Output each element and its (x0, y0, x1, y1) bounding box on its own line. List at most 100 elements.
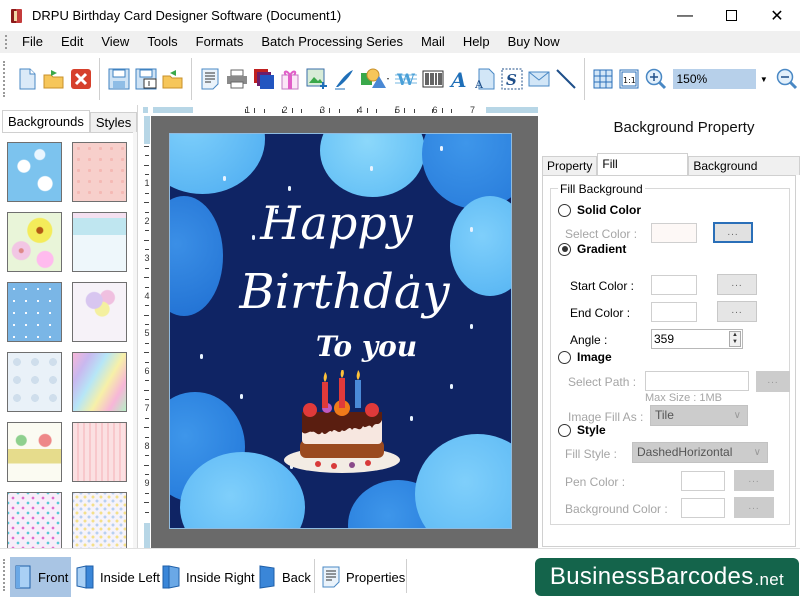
actual-size-icon[interactable]: 1:1 (619, 68, 640, 90)
close-button[interactable]: ✕ (754, 0, 800, 31)
backgrounds-scrollbar[interactable] (133, 132, 137, 548)
background-thumbnail-clouds[interactable] (7, 142, 62, 202)
tab-background-effects[interactable]: Background Effects (688, 156, 800, 192)
print-icon[interactable] (226, 68, 248, 90)
background-color-button[interactable]: ... (734, 497, 774, 518)
menu-view[interactable]: View (92, 31, 138, 53)
menu-formats[interactable]: Formats (187, 31, 253, 53)
card-text-birthday[interactable]: Birthday (174, 264, 511, 320)
start-color-swatch[interactable] (651, 275, 697, 295)
background-color-swatch[interactable] (681, 498, 725, 518)
text-document-icon[interactable]: A (475, 68, 496, 90)
shapes-icon[interactable] (360, 68, 390, 90)
menu-tools[interactable]: Tools (138, 31, 186, 53)
solid-color-radio[interactable]: Solid Color (558, 203, 641, 217)
page-properties-button[interactable]: Properties (318, 557, 409, 597)
signature-pen-icon[interactable] (333, 68, 355, 90)
background-thumbnail-bubbles[interactable] (7, 352, 62, 412)
grid-icon[interactable] (593, 68, 614, 90)
email-icon[interactable] (528, 68, 550, 90)
image-fill-as-dropdown[interactable]: Tile ∨ (650, 405, 748, 426)
tab-styles[interactable]: Styles (89, 112, 138, 132)
background-thumbnail-balloons[interactable] (72, 282, 127, 342)
page-inside-left-button[interactable]: Inside Left (72, 557, 164, 597)
bottom-bar-grip (3, 559, 6, 591)
menu-buy-now[interactable]: Buy Now (499, 31, 569, 53)
image-radio[interactable]: Image (558, 350, 612, 364)
tab-property[interactable]: Property (542, 156, 598, 175)
page-inside-right-button[interactable]: Inside Right (158, 557, 259, 597)
end-color-label: End Color : (570, 306, 631, 320)
radio-button[interactable] (558, 203, 571, 217)
menu-help[interactable]: Help (454, 31, 499, 53)
svg-text:A: A (449, 68, 467, 90)
card-back-icon (258, 565, 276, 589)
radio-button[interactable] (558, 423, 571, 437)
gift-box-icon[interactable] (280, 68, 301, 90)
open-folder-icon[interactable] (43, 68, 65, 90)
background-thumbnail-flowers[interactable] (7, 212, 62, 272)
design-canvas[interactable]: Happy Birthday To you (151, 116, 538, 548)
new-document-icon[interactable] (16, 68, 37, 90)
tab-backgrounds[interactable]: Backgrounds (2, 110, 90, 132)
fill-style-dropdown[interactable]: DashedHorizontal ∨ (632, 442, 768, 463)
ruler-tick (254, 108, 256, 113)
save-icon[interactable] (108, 68, 130, 90)
zoom-dropdown-arrow[interactable]: ▼ (758, 75, 770, 84)
page-front-button[interactable]: Front (10, 557, 71, 597)
zoom-in-icon[interactable] (645, 68, 667, 90)
select-color-swatch[interactable] (651, 223, 697, 243)
line-icon[interactable] (555, 68, 577, 90)
select-color-button[interactable]: ... (713, 222, 753, 243)
select-path-input[interactable] (645, 371, 749, 391)
style-radio[interactable]: Style (558, 423, 606, 437)
open-export-icon[interactable] (162, 68, 184, 90)
page-back-button[interactable]: Back (254, 557, 315, 597)
angle-spinner[interactable]: 359 ▲ ▼ (651, 329, 743, 349)
zoom-level-input[interactable]: 150% (673, 69, 757, 89)
select-path-button[interactable]: ... (756, 371, 790, 392)
pen-color-button[interactable]: ... (734, 470, 774, 491)
background-thumbnail-balloon-bunches[interactable] (72, 492, 127, 548)
maximize-button[interactable] (708, 0, 754, 31)
background-thumbnail-heart-stripes[interactable] (72, 422, 127, 482)
end-color-swatch[interactable] (651, 302, 697, 322)
menu-edit[interactable]: Edit (52, 31, 92, 53)
background-thumbnail-happy-birthday[interactable] (7, 422, 62, 482)
pen-color-swatch[interactable] (681, 471, 725, 491)
insert-image-icon[interactable] (306, 68, 328, 90)
background-thumbnail-colorful-hearts[interactable] (7, 492, 62, 548)
background-thumbnail-stars[interactable] (7, 282, 62, 342)
radio-button[interactable] (558, 350, 571, 364)
background-thumbnail-pastel-landscape[interactable] (72, 212, 127, 272)
background-thumbnail-pink-hearts[interactable] (72, 142, 127, 202)
card-text-happy[interactable]: Happy (170, 196, 507, 250)
zoom-out-icon[interactable] (776, 68, 798, 90)
menu-batch-processing[interactable]: Batch Processing Series (252, 31, 412, 53)
barcode-icon[interactable] (422, 68, 444, 90)
menu-file[interactable]: File (13, 31, 52, 53)
birthday-card[interactable]: Happy Birthday To you (169, 133, 512, 529)
tab-fill-background[interactable]: Fill Background (597, 153, 689, 191)
angle-spin-buttons[interactable]: ▲ ▼ (729, 331, 741, 347)
background-thumbnail-rainbow[interactable] (72, 352, 127, 412)
background-thumbnails (2, 132, 136, 548)
text-icon[interactable]: A (449, 68, 470, 90)
word-art-icon[interactable]: W (394, 68, 417, 90)
close-document-icon[interactable] (70, 68, 92, 90)
birthday-cake-image[interactable] (282, 368, 402, 480)
minimize-button[interactable]: — (662, 0, 708, 31)
start-color-button[interactable]: ... (717, 274, 757, 295)
gradient-radio[interactable]: Gradient (558, 242, 626, 256)
signature-icon[interactable]: S (501, 68, 523, 90)
properties-icon[interactable] (199, 68, 220, 90)
ruler-tick (291, 108, 293, 113)
radio-button[interactable] (558, 242, 571, 256)
save-as-icon[interactable] (135, 68, 157, 90)
ruler-tick (413, 109, 415, 113)
end-color-button[interactable]: ... (717, 301, 757, 322)
card-text-to-you[interactable]: To you (196, 330, 511, 363)
menu-grip (5, 35, 8, 49)
layers-icon[interactable] (253, 68, 275, 90)
menu-mail[interactable]: Mail (412, 31, 454, 53)
